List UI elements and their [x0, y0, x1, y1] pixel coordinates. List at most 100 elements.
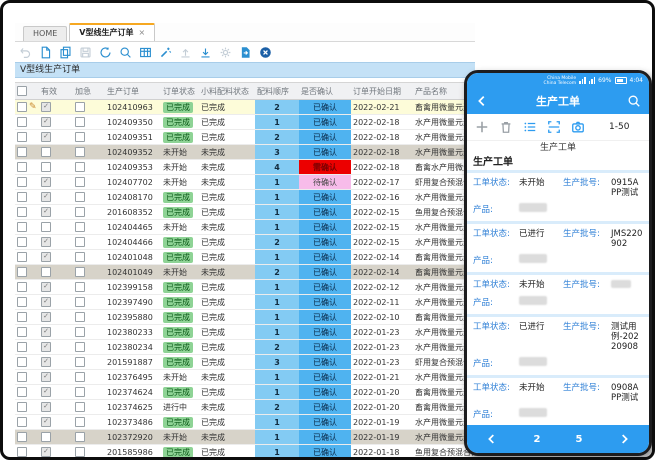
column-header[interactable]: 小料配料状态: [199, 83, 255, 99]
refresh-icon[interactable]: [99, 46, 112, 59]
page-prev-icon[interactable]: [485, 432, 499, 446]
row-select-checkbox[interactable]: ✎: [15, 100, 39, 114]
page-next-icon[interactable]: [617, 432, 631, 446]
plus-icon[interactable]: [475, 120, 489, 134]
urgent-checkbox[interactable]: [73, 160, 105, 174]
table-row[interactable]: 102380234已完成已完成2已确认2022-01-23水产用微量元素预混合饲…: [15, 340, 475, 355]
valid-checkbox[interactable]: [39, 325, 73, 339]
row-select-checkbox[interactable]: [15, 205, 39, 219]
urgent-checkbox[interactable]: [73, 130, 105, 144]
table-row[interactable]: 102404466已完成已完成2已确认2022-02-15水产用微量元素预混合饲…: [15, 235, 475, 250]
row-select-checkbox[interactable]: [15, 400, 39, 414]
urgent-checkbox[interactable]: [73, 175, 105, 189]
valid-checkbox[interactable]: [39, 175, 73, 189]
row-select-checkbox[interactable]: [15, 220, 39, 234]
row-select-checkbox[interactable]: [15, 415, 39, 429]
new-document-icon[interactable]: [39, 46, 52, 59]
scan-icon[interactable]: [547, 120, 561, 134]
urgent-checkbox[interactable]: [73, 295, 105, 309]
urgent-checkbox[interactable]: [73, 355, 105, 369]
valid-checkbox[interactable]: [39, 280, 73, 294]
valid-checkbox[interactable]: [39, 145, 73, 159]
valid-checkbox[interactable]: [39, 445, 73, 459]
table-row[interactable]: 102374624已完成已完成1已确认2022-01-20畜禽用微量元素预混合饲…: [15, 385, 475, 400]
urgent-checkbox[interactable]: [73, 370, 105, 384]
valid-checkbox[interactable]: [39, 400, 73, 414]
row-select-checkbox[interactable]: [15, 325, 39, 339]
table-row[interactable]: 102373486已完成已完成1已确认2022-01-19水产用微量元素预混合饲…: [15, 415, 475, 430]
page-number[interactable]: 2: [534, 434, 541, 445]
table-row[interactable]: 102409351已完成已完成2已确认2022-02-18水产用微量元素预混合饲…: [15, 130, 475, 145]
column-header[interactable]: 是否确认: [299, 83, 351, 99]
search-icon[interactable]: [119, 46, 132, 59]
search-icon[interactable]: [627, 94, 641, 108]
urgent-checkbox[interactable]: [73, 145, 105, 159]
row-select-checkbox[interactable]: [15, 190, 39, 204]
table-row[interactable]: 102404465未开始未完成1已确认2022-02-15水产用微量元素预混合饲…: [15, 220, 475, 235]
export-file-icon[interactable]: [239, 46, 252, 59]
work-order-item[interactable]: 工单状态:未开始生产批号:0915APP测试产品:: [467, 170, 649, 221]
edit-icon[interactable]: ✎: [29, 103, 37, 112]
row-select-checkbox[interactable]: [15, 445, 39, 459]
row-select-checkbox[interactable]: [15, 115, 39, 129]
urgent-checkbox[interactable]: [73, 385, 105, 399]
tab-home[interactable]: HOME: [23, 26, 67, 41]
copy-icon[interactable]: [59, 46, 72, 59]
valid-checkbox[interactable]: [39, 265, 73, 279]
work-order-item[interactable]: 工单状态:已进行生产批号:测试用例-20220908产品:: [467, 314, 649, 375]
table-row[interactable]: ✎102410963已完成已完成2已确认2022-02-21畜禽用微量元素预混合…: [15, 100, 475, 115]
row-select-checkbox[interactable]: [15, 370, 39, 384]
valid-checkbox[interactable]: [39, 100, 73, 114]
column-header[interactable]: 生产订单: [105, 83, 161, 99]
list-icon[interactable]: [523, 120, 537, 134]
table-row[interactable]: 102380233已完成已完成1已确认2022-01-23水产用微量元素预混合饲…: [15, 325, 475, 340]
table-row[interactable]: 102376495未开始未完成1已确认2022-01-21水产用微量元素预混合饲…: [15, 370, 475, 385]
work-order-item[interactable]: 工单状态:未开始生产批号:产品:: [467, 272, 649, 314]
back-chevron-icon[interactable]: [475, 94, 489, 108]
row-select-checkbox[interactable]: [15, 265, 39, 279]
valid-checkbox[interactable]: [39, 415, 73, 429]
valid-checkbox[interactable]: [39, 235, 73, 249]
row-select-checkbox[interactable]: [15, 310, 39, 324]
urgent-checkbox[interactable]: [73, 190, 105, 204]
table-row[interactable]: 102372920未开始未完成1已确认2022-01-19水产用微量元素预混合饲…: [15, 430, 475, 445]
valid-checkbox[interactable]: [39, 190, 73, 204]
table-row[interactable]: 201608352已完成已完成1已确认2022-02-15鱼用复合预混合饲■ ■: [15, 205, 475, 220]
table-view-icon[interactable]: [139, 46, 152, 59]
valid-checkbox[interactable]: [39, 310, 73, 324]
valid-checkbox[interactable]: [39, 340, 73, 354]
valid-checkbox[interactable]: [39, 160, 73, 174]
camera-icon[interactable]: [571, 120, 585, 134]
table-row[interactable]: 102401048已完成已完成1已确认2022-02-14畜禽用微量元素预混合饲…: [15, 250, 475, 265]
row-select-checkbox[interactable]: [15, 340, 39, 354]
select-all-checkbox[interactable]: [15, 83, 39, 99]
row-select-checkbox[interactable]: [15, 130, 39, 144]
row-select-checkbox[interactable]: [15, 280, 39, 294]
page-number[interactable]: 5: [576, 434, 583, 445]
row-select-checkbox[interactable]: [15, 160, 39, 174]
column-header[interactable]: 订单开始日期: [351, 83, 413, 99]
urgent-checkbox[interactable]: [73, 100, 105, 114]
column-header[interactable]: 有效: [39, 83, 73, 99]
urgent-checkbox[interactable]: [73, 205, 105, 219]
table-row[interactable]: 102401049未开始未完成2已确认2022-02-14畜禽用微量元素预混合饲…: [15, 265, 475, 280]
valid-checkbox[interactable]: [39, 355, 73, 369]
valid-checkbox[interactable]: [39, 250, 73, 264]
row-select-checkbox[interactable]: [15, 385, 39, 399]
valid-checkbox[interactable]: [39, 385, 73, 399]
table-row[interactable]: 201591887已完成已完成3已确认2022-01-23虾用复合预混合饲料6号…: [15, 355, 475, 370]
table-row[interactable]: 102409350已完成已完成1已确认2022-02-18水产用微量元素预混合饲…: [15, 115, 475, 130]
close-circle-icon[interactable]: [259, 46, 272, 59]
row-select-checkbox[interactable]: [15, 355, 39, 369]
table-row[interactable]: 102399158已完成已完成1已确认2022-02-12水产用微量元素预混合饲…: [15, 280, 475, 295]
table-row[interactable]: 102409352未开始未完成3已确认2022-02-18水产用微量元素预混合饲…: [15, 145, 475, 160]
valid-checkbox[interactable]: [39, 130, 73, 144]
valid-checkbox[interactable]: [39, 430, 73, 444]
work-order-item[interactable]: 工单状态:未开始生产批号:0908APP测试产品:: [467, 375, 649, 425]
column-header[interactable]: 配料顺序: [255, 83, 299, 99]
urgent-checkbox[interactable]: [73, 415, 105, 429]
urgent-checkbox[interactable]: [73, 400, 105, 414]
row-select-checkbox[interactable]: [15, 235, 39, 249]
table-row[interactable]: 102395880已完成已完成1已确认2022-02-10畜禽用微量元素预混合饲…: [15, 310, 475, 325]
table-row[interactable]: 102408170已完成已完成1已确认2022-02-16水产用微量元素预混合饲…: [15, 190, 475, 205]
